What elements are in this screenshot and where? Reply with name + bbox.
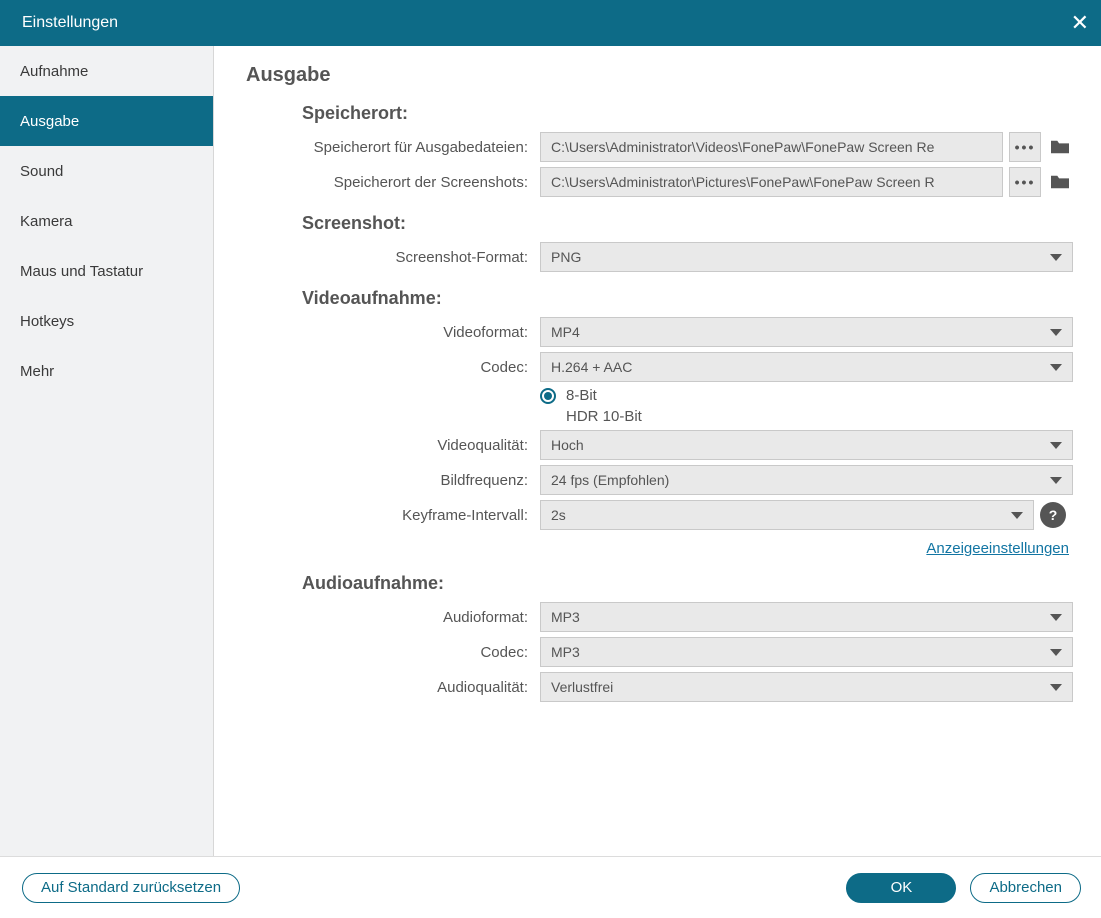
audio-format-select[interactable]: MP3 — [540, 602, 1073, 632]
display-settings-link[interactable]: Anzeigeeinstellungen — [926, 540, 1069, 557]
row-keyframe: Keyframe-Intervall: 2s ? — [246, 500, 1073, 530]
label-fps: Bildfrequenz: — [246, 472, 540, 489]
label-video-codec: Codec: — [246, 359, 540, 376]
screenshot-path-field[interactable]: C:\Users\Administrator\Pictures\FonePaw\… — [540, 167, 1003, 197]
sidebar-item-hotkeys[interactable]: Hotkeys — [0, 296, 213, 346]
ellipsis-icon: ••• — [1015, 139, 1036, 155]
label-output-path: Speicherort für Ausgabedateien: — [246, 139, 540, 156]
ok-button[interactable]: OK — [846, 873, 956, 903]
row-video-format: Videoformat: MP4 — [246, 317, 1073, 347]
video-quality-select[interactable]: Hoch — [540, 430, 1073, 460]
output-path-field[interactable]: C:\Users\Administrator\Videos\FonePaw\Fo… — [540, 132, 1003, 162]
sidebar-item-kamera[interactable]: Kamera — [0, 196, 213, 246]
radio-8bit[interactable]: 8-Bit — [246, 387, 1073, 404]
folder-icon — [1049, 173, 1071, 191]
video-codec-select[interactable]: H.264 + AAC — [540, 352, 1073, 382]
radio-icon — [540, 388, 556, 404]
label-keyframe: Keyframe-Intervall: — [246, 507, 540, 524]
chevron-down-icon — [1050, 364, 1062, 371]
body: Aufnahme Ausgabe Sound Kamera Maus und T… — [0, 46, 1101, 856]
browse-output-button[interactable]: ••• — [1009, 132, 1041, 162]
label-screenshot-path: Speicherort der Screenshots: — [246, 174, 540, 191]
fps-select[interactable]: 24 fps (Empfohlen) — [540, 465, 1073, 495]
label-screenshot-format: Screenshot-Format: — [246, 249, 540, 266]
window-title: Einstellungen — [22, 14, 118, 32]
section-video-title: Videoaufnahme: — [302, 288, 1073, 309]
row-video-codec: Codec: H.264 + AAC — [246, 352, 1073, 382]
sidebar-item-ausgabe[interactable]: Ausgabe — [0, 96, 213, 146]
label-video-format: Videoformat: — [246, 324, 540, 341]
screenshot-format-select[interactable]: PNG — [540, 242, 1073, 272]
row-audio-quality: Audioqualität: Verlustfrei — [246, 672, 1073, 702]
sidebar-item-aufnahme[interactable]: Aufnahme — [0, 46, 213, 96]
audio-quality-select[interactable]: Verlustfrei — [540, 672, 1073, 702]
label-audio-codec: Codec: — [246, 644, 540, 661]
reset-defaults-button[interactable]: Auf Standard zurücksetzen — [22, 873, 240, 903]
chevron-down-icon — [1050, 614, 1062, 621]
titlebar: Einstellungen ✕ — [0, 0, 1101, 46]
main-panel: Ausgabe Speicherort: Speicherort für Aus… — [214, 46, 1101, 856]
radio-icon — [540, 409, 556, 425]
row-audio-format: Audioformat: MP3 — [246, 602, 1073, 632]
row-output-path: Speicherort für Ausgabedateien: C:\Users… — [246, 132, 1073, 162]
label-video-quality: Videoqualität: — [246, 437, 540, 454]
chevron-down-icon — [1050, 254, 1062, 261]
footer: Auf Standard zurücksetzen OK Abbrechen — [0, 856, 1101, 918]
folder-icon — [1049, 138, 1071, 156]
label-audio-format: Audioformat: — [246, 609, 540, 626]
video-format-select[interactable]: MP4 — [540, 317, 1073, 347]
row-audio-codec: Codec: MP3 — [246, 637, 1073, 667]
keyframe-select[interactable]: 2s — [540, 500, 1034, 530]
chevron-down-icon — [1050, 442, 1062, 449]
ellipsis-icon: ••• — [1015, 174, 1036, 190]
browse-screenshot-button[interactable]: ••• — [1009, 167, 1041, 197]
sidebar-item-sound[interactable]: Sound — [0, 146, 213, 196]
sidebar: Aufnahme Ausgabe Sound Kamera Maus und T… — [0, 46, 214, 856]
cancel-button[interactable]: Abbrechen — [970, 873, 1081, 903]
label-audio-quality: Audioqualität: — [246, 679, 540, 696]
chevron-down-icon — [1050, 329, 1062, 336]
sidebar-item-mehr[interactable]: Mehr — [0, 346, 213, 396]
chevron-down-icon — [1050, 649, 1062, 656]
chevron-down-icon — [1050, 477, 1062, 484]
row-video-quality: Videoqualität: Hoch — [246, 430, 1073, 460]
audio-codec-select[interactable]: MP3 — [540, 637, 1073, 667]
page-title: Ausgabe — [246, 64, 1073, 87]
radio-hdr10[interactable]: HDR 10-Bit — [246, 408, 1073, 425]
chevron-down-icon — [1011, 512, 1023, 519]
row-fps: Bildfrequenz: 24 fps (Empfohlen) — [246, 465, 1073, 495]
section-audio-title: Audioaufnahme: — [302, 573, 1073, 594]
open-output-folder-button[interactable] — [1047, 132, 1073, 162]
sidebar-item-maus[interactable]: Maus und Tastatur — [0, 246, 213, 296]
section-storage-title: Speicherort: — [302, 103, 1073, 124]
settings-window: Einstellungen ✕ Aufnahme Ausgabe Sound K… — [0, 0, 1101, 918]
open-screenshot-folder-button[interactable] — [1047, 167, 1073, 197]
section-screenshot-title: Screenshot: — [302, 213, 1073, 234]
help-icon[interactable]: ? — [1040, 502, 1066, 528]
close-icon[interactable]: ✕ — [1071, 10, 1089, 36]
display-settings-row: Anzeigeeinstellungen — [246, 540, 1073, 557]
row-screenshot-path: Speicherort der Screenshots: C:\Users\Ad… — [246, 167, 1073, 197]
chevron-down-icon — [1050, 684, 1062, 691]
row-screenshot-format: Screenshot-Format: PNG — [246, 242, 1073, 272]
